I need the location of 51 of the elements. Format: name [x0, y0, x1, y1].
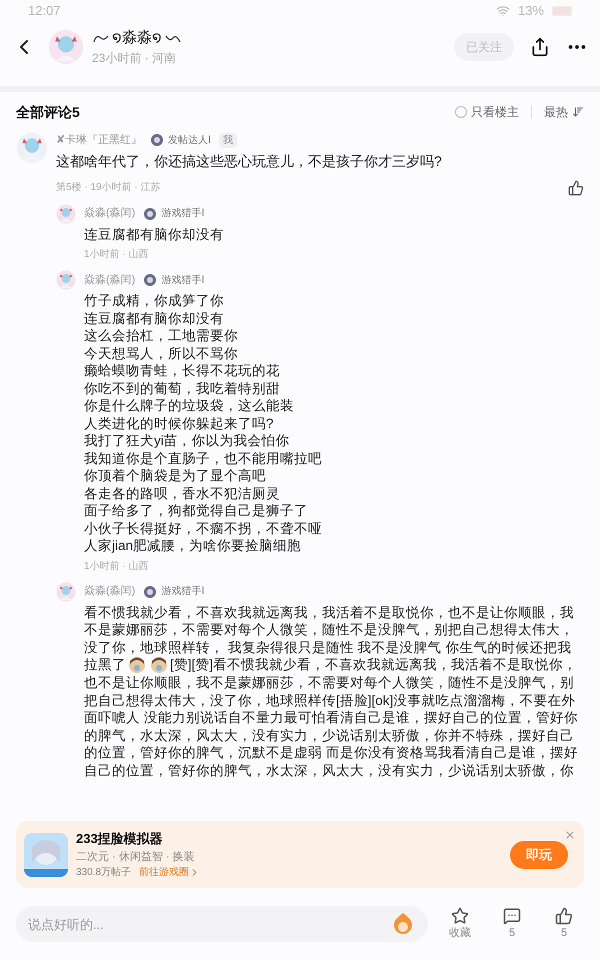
self-tag: 我 [219, 132, 237, 148]
filter-toggle[interactable]: 只看楼主 [455, 103, 519, 121]
like-count: 5 [560, 926, 568, 941]
badge-label: 发帖达人Ⅰ [168, 134, 211, 148]
badge-icon [143, 584, 158, 598]
status-time: 12:07 [28, 2, 61, 20]
comments-title: 全部评论5 [16, 102, 80, 122]
reply-text: 竹子成精，你成笋了你 连豆腐都有脑你却没有 这么会抬杠，工地需要你 今天想骂人，所以不骂你 癞蛤蟆吻青蛙，长得不花玩的花 你吃不到的葡萄，我吃着特别甜 你是什么牌子的垃圾袋，这么能装 人类进化的时候你躲起来了吗? 我打了狂犬yi苗，你以为我会怕你 我知道你是个直肠子，也不能用嘴拉吧 你顶着个脑袋是为了显个高吧 各走各的路呗，香水不犯洁厕灵 面子给多了，狗都觉得自己是狮子了 小伙子长得挺好，不瘸不拐，不聋不哑 人家jian肥减腰，为啥你要捡脑细胞 [84, 292, 323, 554]
sticker-icon [149, 656, 169, 674]
reply-text: 连豆腐都有脑你却没有 [84, 226, 225, 243]
post-count: 330.8万帖子 [76, 866, 132, 880]
battery-level: 13% [518, 2, 544, 20]
comment-icon[interactable] [503, 906, 521, 925]
ad-tags: 二次元 · 休闲益智 · 换装 [76, 848, 502, 865]
author-avatar [48, 29, 84, 65]
replier-name: 焱淼(淼闰) [84, 584, 136, 600]
reply-text: 看不惯我就少看，不喜欢我就远离我，我活着不是取悦你，也不是让你顺眼，我不是蒙娜丽莎，不需要对每个人微笑，随性不是没脾气，别把自己想得太伟大，没了你，地球照样转， 我复杂得很只是随性 我不是没脾气 你生气的时候还把我拉黑了 [赞][赞]看不惯我就少看，不喜欢我就远离我，我活着不是取悦你，也不是让你顺眼，我不是蒙娜丽莎，不需要对每个人微笑，随性不是没脾气，别把自己想得太伟大，没了你，地球照样传[捂脸][ok]没事就吃点溜溜梅，不要在外面吓唬人 没能力别说话自不量力最可怕看清自己是谁，摆好自己的位置，管好你的脾气，水太深，风太大，没有实力，少说话别太骄傲，你并不特殊，摆好自己的位置，管好你的脾气，沉默不是虚弱 而是你没有资格骂我看清自己是谁，摆好自己的位置，管好你的脾气，水太深，风太大，没有实力，少说话别太骄傲，你 [84, 604, 578, 780]
favorite-icon[interactable] [451, 906, 469, 925]
badge-label: 游戏猎手Ⅰ [161, 206, 204, 221]
replier-name: 焱淼(淼闰) [84, 206, 136, 222]
comment-text: 这都啥年代了，你还搞这些恶心玩意儿，不是孩子你才三岁吗? [56, 152, 443, 170]
commenter-avatar [16, 132, 48, 164]
commenter-name: ✘卡琳『正黑红』 [56, 133, 142, 148]
share-icon[interactable] [530, 37, 550, 57]
badge-label: 游戏猎手Ⅰ [161, 274, 204, 288]
badge-icon [150, 133, 164, 148]
replier-avatar [56, 204, 76, 224]
badge-icon [143, 273, 158, 287]
wifi-icon [496, 4, 510, 18]
favorite-label: 收藏 [449, 926, 471, 941]
badge-icon [143, 206, 158, 220]
replier-avatar [56, 582, 76, 602]
battery-icon [552, 6, 572, 16]
author-name: ໑淼淼໑ [112, 28, 162, 48]
replier-avatar [56, 270, 76, 290]
like-icon[interactable] [555, 906, 573, 925]
badge-label: 游戏猎手Ⅰ [161, 584, 204, 599]
sort-icon [572, 106, 584, 118]
comment-meta: 第5楼 · 19小时前 · 江苏 [56, 180, 160, 195]
ad-title: 233捏脸模拟器 [76, 830, 164, 848]
sticker-icon [127, 656, 147, 674]
comment-field[interactable]: 说点好听的... [16, 906, 428, 942]
sort-button[interactable]: 最热 [544, 103, 584, 121]
reply-meta: 1小时前 · 山西 [84, 248, 150, 262]
close-icon[interactable] [564, 829, 576, 841]
replier-name: 焱淼(淼闰) [84, 272, 136, 288]
post-meta: 23小时前 · 河南 [92, 50, 178, 68]
reply-meta: 1小时前 · 山西 [84, 560, 150, 574]
like-icon[interactable] [568, 180, 584, 196]
game-ad-banner[interactable]: 233捏脸模拟器 二次元 · 休闲益智 · 换装 330.8万帖子 前往游戏圈 即玩 [16, 821, 584, 888]
comment-count: 5 [508, 926, 516, 941]
